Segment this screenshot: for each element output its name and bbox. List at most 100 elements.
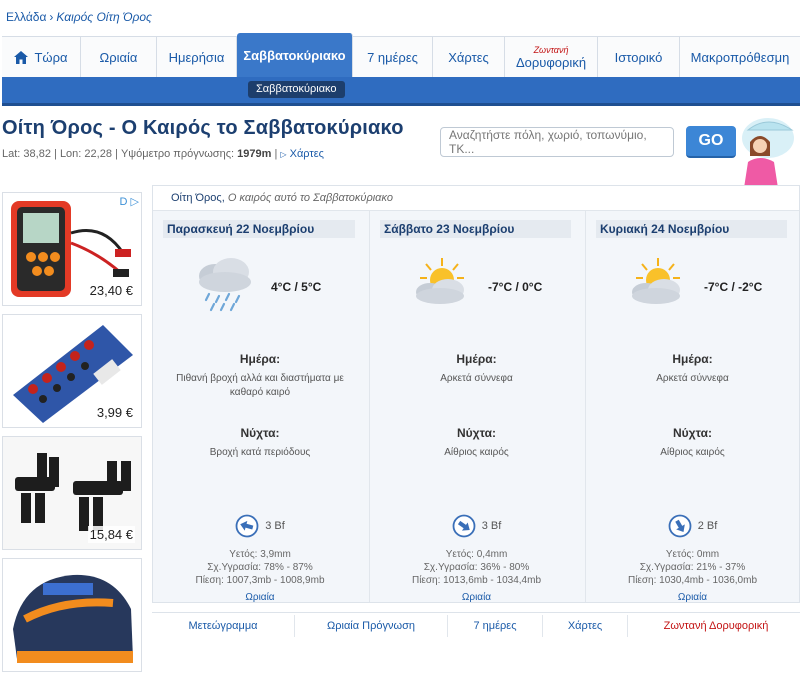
promo-girl-umbrella-image[interactable] bbox=[722, 112, 800, 188]
rain-label: Υετός: bbox=[445, 549, 474, 560]
wind-strength: 2 Bf bbox=[697, 520, 718, 532]
humidity-label: Σχ.Υγρασία: bbox=[207, 562, 262, 573]
nav-tab-history[interactable]: Ιστορικό bbox=[598, 37, 680, 77]
day-title: Κυριακή 24 Νοεμβρίου bbox=[596, 220, 787, 238]
ad-battery-tester[interactable]: D ▷ 23,40 € bbox=[2, 192, 142, 306]
ad-choices-icon[interactable]: D ▷ bbox=[120, 195, 139, 208]
wind-info: 3 Bf bbox=[153, 514, 367, 538]
lon-value: 22,28 bbox=[84, 148, 112, 160]
nav-tab-now-label: Τώρα bbox=[34, 49, 68, 65]
weather-stats: Υετός: 0,4mm Σχ.Υγρασία: 36% - 80% Πίεση… bbox=[370, 548, 583, 587]
wind-strength: 3 Bf bbox=[265, 520, 285, 532]
forecast-place: Οίτη Όρος, bbox=[171, 192, 225, 204]
ad-price: 23,40 € bbox=[87, 282, 135, 299]
nav-tab-weekend-label: Σαββατοκύριακο bbox=[243, 47, 346, 63]
day-description: Αρκετά σύννεφα bbox=[656, 373, 729, 384]
nav-tab-maps[interactable]: Χάρτες bbox=[433, 37, 505, 77]
pressure-value: 1030,4mb - 1036,0mb bbox=[659, 575, 758, 586]
weather-stats: Υετός: 0mm Σχ.Υγρασία: 21% - 37% Πίεση: … bbox=[586, 548, 799, 587]
night-description: Αίθριος καιρός bbox=[660, 447, 725, 458]
rain-value: 0mm bbox=[696, 549, 720, 560]
west-wind-arrow-icon bbox=[235, 514, 259, 538]
day-label: Ημέρα: bbox=[672, 352, 713, 366]
play-icon: ▷ bbox=[280, 150, 287, 159]
ad-power-board[interactable]: 3,99 € bbox=[2, 314, 142, 428]
ad-price: 3,99 € bbox=[94, 404, 135, 421]
ad-price: 15,84 € bbox=[87, 526, 135, 543]
search-placeholder: Αναζητήστε πόλη, χωριό, τοπωνύμιο, ΤΚ... bbox=[449, 128, 647, 156]
night-label: Νύχτα: bbox=[240, 426, 280, 440]
rain-label: Υετός: bbox=[229, 549, 258, 560]
ads-column: D ▷ 23,40 € 3,99 € 15,84 € bbox=[2, 192, 142, 680]
day-title: Σάββατο 23 Νοεμβρίου bbox=[380, 220, 571, 238]
ad-sneaker[interactable] bbox=[2, 558, 142, 672]
nav-tab-weekend[interactable]: Σαββατοκύριακο bbox=[237, 33, 353, 77]
nav-tab-satellite-label: Δορυφορική bbox=[515, 54, 587, 70]
nav-tab-7days-label: 7 ημέρες bbox=[367, 49, 418, 65]
day-description: Αρκετά σύννεφα bbox=[440, 373, 513, 384]
breadcrumb-current[interactable]: Καιρός Οίτη Όρος bbox=[56, 10, 151, 24]
altitude-value: 1979m bbox=[237, 148, 272, 160]
rain-label: Υετός: bbox=[665, 549, 695, 560]
lat-label: Lat: bbox=[2, 148, 21, 160]
wind-info: 2 Bf bbox=[586, 514, 799, 538]
maps-link[interactable]: ▷ Χάρτες bbox=[280, 148, 324, 160]
nav-tab-hourly[interactable]: Ωριαία bbox=[81, 37, 157, 77]
night-label: Νύχτα: bbox=[673, 426, 712, 440]
pressure-stat: Πίεση: 1030,4mb - 1036,0mb bbox=[586, 574, 799, 587]
humidity-stat: Σχ.Υγρασία: 78% - 87% bbox=[153, 561, 367, 574]
nav-tab-hourly-label: Ωριαία bbox=[99, 49, 138, 65]
forecast-header: Οίτη Όρος, Ο καιρός αυτό το Σαββατοκύρια… bbox=[153, 186, 799, 211]
nav-tab-daily-label: Ημερήσια bbox=[168, 49, 225, 65]
night-label: Νύχτα: bbox=[457, 426, 496, 440]
wind-info: 3 Bf bbox=[370, 514, 583, 538]
maps-bottom-link[interactable]: Χάρτες bbox=[543, 615, 628, 637]
humidity-value: 78% - 87% bbox=[263, 562, 313, 573]
temperature-range: -7°C / -2°C bbox=[704, 280, 763, 294]
pressure-value: 1013,6mb - 1034,4mb bbox=[443, 575, 542, 586]
hourly-link[interactable]: Ωριαία bbox=[153, 592, 367, 603]
rain-stat: Υετός: 3,9mm bbox=[153, 548, 367, 561]
forecast-day-saturday: Σάββατο 23 Νοεμβρίου -7°C / 0°C Ημέρα: Α… bbox=[369, 210, 583, 603]
pressure-label: Πίεση: bbox=[195, 575, 224, 586]
day-label: Ημέρα: bbox=[456, 352, 497, 366]
breadcrumb-root[interactable]: Ελλάδα bbox=[6, 10, 46, 24]
night-description: Αίθριος καιρός bbox=[444, 447, 509, 458]
nav-tab-maps-label: Χάρτες bbox=[448, 49, 489, 65]
rain-cloud-icon bbox=[199, 258, 251, 312]
search-input[interactable]: Αναζητήστε πόλη, χωριό, τοπωνύμιο, ΤΚ... bbox=[440, 127, 674, 157]
seven-days-link[interactable]: 7 ημέρες bbox=[448, 615, 543, 637]
nav-tab-satellite[interactable]: Ζωντανή Δορυφορική bbox=[505, 37, 598, 77]
ad-solar-connectors[interactable]: 15,84 € bbox=[2, 436, 142, 550]
pressure-stat: Πίεση: 1007,3mb - 1008,9mb bbox=[153, 574, 367, 587]
live-satellite-link[interactable]: Ζωντανή Δορυφορική bbox=[628, 615, 800, 637]
nav-tab-7days[interactable]: 7 ημέρες bbox=[353, 37, 433, 77]
nav-tab-history-label: Ιστορικό bbox=[614, 49, 663, 65]
sun-cloud-icon bbox=[416, 258, 464, 304]
day-label: Ημέρα: bbox=[239, 352, 281, 366]
weather-stats: Υετός: 3,9mm Σχ.Υγρασία: 78% - 87% Πίεση… bbox=[153, 548, 367, 587]
lon-label: Lon: bbox=[59, 148, 82, 160]
pressure-label: Πίεση: bbox=[411, 575, 441, 586]
bottom-links-bar: Μετεώγραμμα Ωριαία Πρόγνωση 7 ημέρες Χάρ… bbox=[152, 612, 800, 640]
altitude-label: Υψόμετρο πρόγνωσης: bbox=[120, 148, 235, 160]
nav-tab-now[interactable]: Τώρα bbox=[2, 37, 81, 77]
hourly-link[interactable]: Ωριαία bbox=[586, 592, 799, 603]
humidity-label: Σχ.Υγρασία: bbox=[639, 562, 694, 573]
meteogram-link[interactable]: Μετεώγραμμα bbox=[152, 615, 295, 637]
hourly-link[interactable]: Ωριαία bbox=[370, 592, 583, 603]
temperature-range: 4°C / 5°C bbox=[271, 280, 322, 294]
north-wind-arrow-icon bbox=[668, 514, 692, 538]
main-nav: Τώρα Ωριαία Ημερήσια Σαββατοκύριακο 7 ημ… bbox=[2, 33, 800, 78]
forecast-day-friday: Παρασκευή 22 Νοεμβρίου 4°C / 5°C Ημέρα: … bbox=[153, 210, 367, 603]
forecast-day-sunday: Κυριακή 24 Νοεμβρίου -7°C / -2°C Ημέρα: … bbox=[585, 210, 799, 603]
nav-tab-daily[interactable]: Ημερήσια bbox=[157, 37, 237, 77]
pressure-value: 1007,3mb - 1008,9mb bbox=[226, 575, 325, 586]
sub-nav-bar: Σαββατοκύριακο bbox=[2, 77, 800, 106]
night-description: Βροχή κατά περιόδους bbox=[209, 447, 311, 458]
nav-tab-longterm[interactable]: Μακροπρόθεσμη bbox=[680, 37, 800, 77]
hourly-forecast-link[interactable]: Ωριαία Πρόγνωση bbox=[295, 615, 448, 637]
sub-nav-weekend-chip[interactable]: Σαββατοκύριακο bbox=[248, 81, 345, 98]
northwest-wind-arrow-icon bbox=[452, 514, 476, 538]
temperature-range: -7°C / 0°C bbox=[488, 280, 543, 294]
